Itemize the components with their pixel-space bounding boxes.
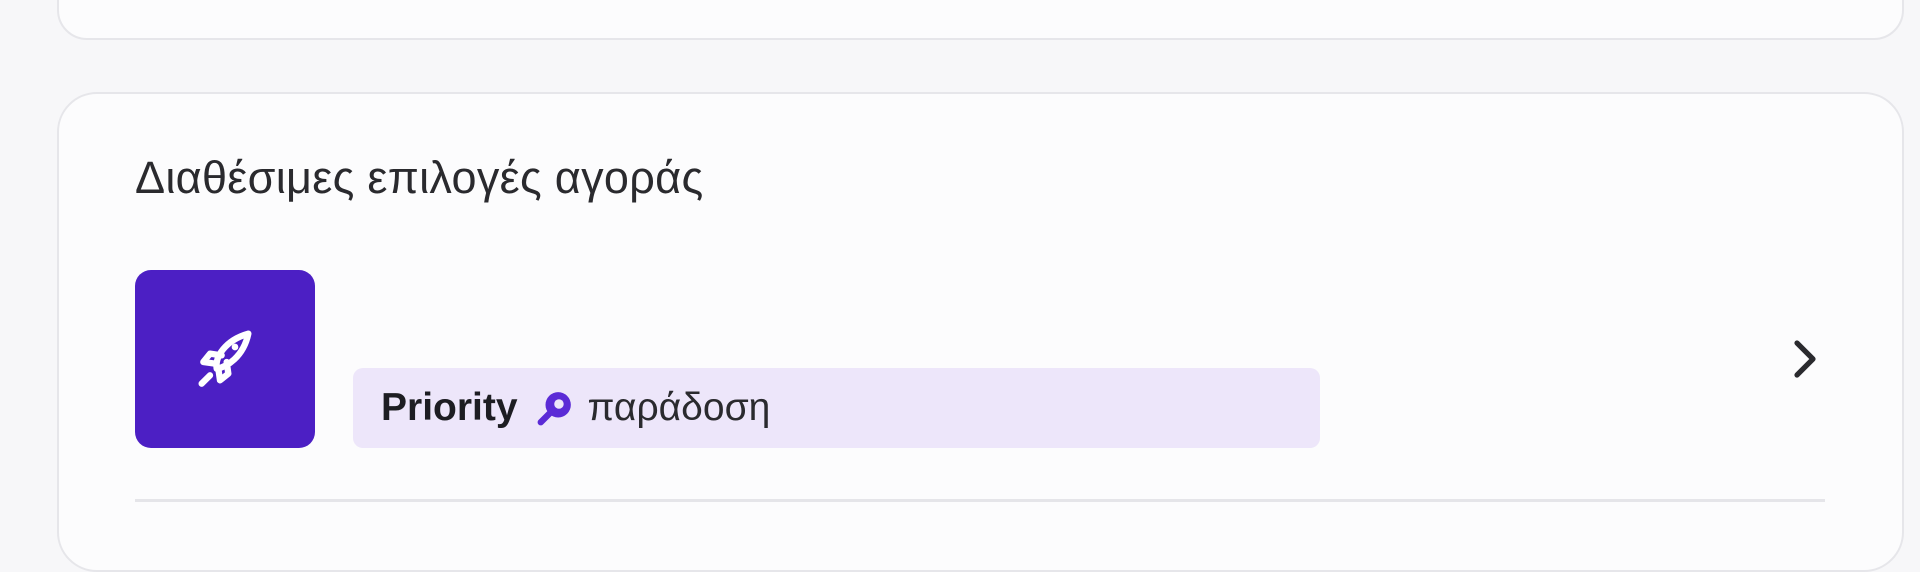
chevron-right-icon[interactable]: [1785, 334, 1825, 384]
priority-delivery-badge: Priority παράδοση: [353, 368, 1320, 448]
option-tile: [135, 270, 315, 448]
badge-delivery-label: παράδοση: [587, 386, 771, 429]
priority-rocket-icon: [536, 389, 574, 427]
divider: [135, 499, 1825, 502]
badge-priority-label: Priority: [381, 386, 518, 429]
rocket-icon: [185, 317, 265, 402]
priority-delivery-option[interactable]: Priority παράδοση: [135, 268, 1825, 450]
purchase-options-title: Διαθέσιμες επιλογές αγοράς: [135, 152, 704, 203]
previous-card: [57, 0, 1904, 40]
